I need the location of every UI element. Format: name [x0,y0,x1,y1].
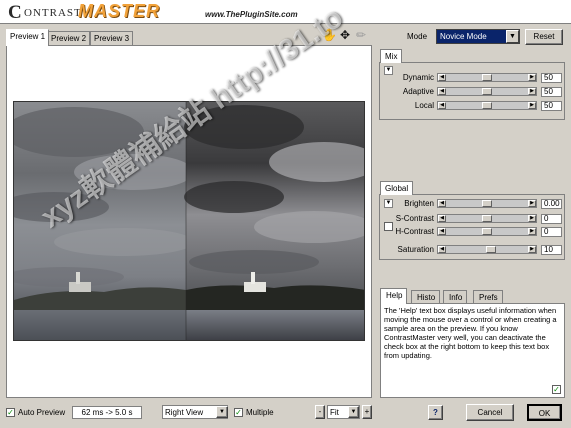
slider-thumb[interactable] [482,215,492,222]
tab-histo[interactable]: Histo [411,290,441,303]
saturation-slider[interactable]: ◀ ▶ [437,245,537,254]
local-slider[interactable]: ◀ ▶ [437,101,537,110]
help-update-checkbox[interactable]: ✓ [552,385,561,394]
hand-icon[interactable]: ✋ [322,28,337,42]
slider-thumb[interactable] [482,88,492,95]
slider-thumb[interactable] [482,200,492,207]
move-icon[interactable]: ✥ [338,28,352,42]
chevron-down-icon[interactable]: ▼ [506,30,519,43]
tab-info[interactable]: Info [443,290,468,303]
local-value[interactable]: 50 [541,101,562,111]
reset-button[interactable]: Reset [525,29,563,45]
ok-button[interactable]: OK [527,404,562,421]
arrow-left-icon[interactable]: ◀ [438,74,446,81]
s-contrast-value[interactable]: 0 [541,214,562,224]
arrow-right-icon[interactable]: ▶ [528,74,536,81]
arrow-left-icon[interactable]: ◀ [438,102,446,109]
local-label: Local [414,101,434,110]
multiple-label: Multiple [246,408,274,417]
help-text-box: The 'Help' text box displays useful info… [380,303,565,398]
multiple-checkbox[interactable]: ✓ [234,408,243,417]
slider-thumb[interactable] [482,228,492,235]
arrow-left-icon[interactable]: ◀ [438,246,446,253]
brighten-slider[interactable]: ◀ ▶ [437,199,537,208]
auto-preview-label: Auto Preview [18,408,66,417]
preview-image[interactable] [13,101,365,341]
arrow-left-icon[interactable]: ◀ [438,228,446,235]
logo-master: MASTER [78,1,160,21]
adaptive-label: Adaptive [402,87,434,96]
tab-preview-1[interactable]: Preview 1 [6,29,50,46]
h-contrast-label: H-Contrast [395,227,434,236]
chevron-down-icon[interactable]: ▼ [348,406,359,418]
arrow-left-icon[interactable]: ◀ [438,215,446,222]
s-contrast-label: S-Contrast [395,214,434,223]
adaptive-value[interactable]: 50 [541,87,562,97]
arrow-right-icon[interactable]: ▶ [528,246,536,253]
tab-prefs[interactable]: Prefs [473,290,503,303]
zoom-out-button[interactable]: - [315,405,325,419]
slider-thumb[interactable] [482,74,492,81]
h-contrast-slider[interactable]: ◀ ▶ [437,227,537,236]
zoom-in-button[interactable]: + [362,405,372,419]
logo-ontrast: ONTRAST [24,7,82,19]
header-bar: C ONTRAST MASTER www.ThePluginSite.com [0,0,571,24]
h-contrast-value[interactable]: 0 [541,227,562,237]
arrow-left-icon[interactable]: ◀ [438,88,446,95]
logo-c: C [8,2,22,23]
help-button[interactable]: ? [428,405,443,420]
tab-global[interactable]: Global [380,181,414,195]
brighten-label: Brighten [404,199,434,208]
mode-label: Mode [407,32,428,41]
dynamic-label: Dynamic [402,73,434,82]
s-contrast-slider[interactable]: ◀ ▶ [437,214,537,223]
tab-preview-2[interactable]: Preview 2 [47,31,91,45]
arrow-right-icon[interactable]: ▶ [528,228,536,235]
eyedropper-icon[interactable]: ✏ [354,28,368,42]
arrow-right-icon[interactable]: ▶ [528,88,536,95]
timing-display: 62 ms -> 5.0 s [72,406,142,419]
arrow-right-icon[interactable]: ▶ [528,215,536,222]
arrow-right-icon[interactable]: ▶ [528,102,536,109]
slider-thumb[interactable] [482,102,492,109]
dynamic-slider[interactable]: ◀ ▶ [437,73,537,82]
chevron-down-icon[interactable]: ▼ [216,406,228,418]
tab-mix[interactable]: Mix [380,49,403,63]
saturation-value[interactable]: 10 [541,245,562,255]
arrow-left-icon[interactable]: ◀ [438,200,446,207]
arrow-right-icon[interactable]: ▶ [528,200,536,207]
saturation-label: Saturation [397,245,434,254]
adaptive-slider[interactable]: ◀ ▶ [437,87,537,96]
brighten-value[interactable]: 0.00 [541,199,562,209]
cancel-button[interactable]: Cancel [466,404,514,421]
dynamic-value[interactable]: 50 [541,73,562,83]
auto-preview-checkbox[interactable]: ✓ [6,408,15,417]
tab-preview-3[interactable]: Preview 3 [90,31,134,45]
tab-help[interactable]: Help [380,288,408,304]
site-url[interactable]: www.ThePluginSite.com [205,10,298,19]
slider-thumb[interactable] [486,246,496,253]
